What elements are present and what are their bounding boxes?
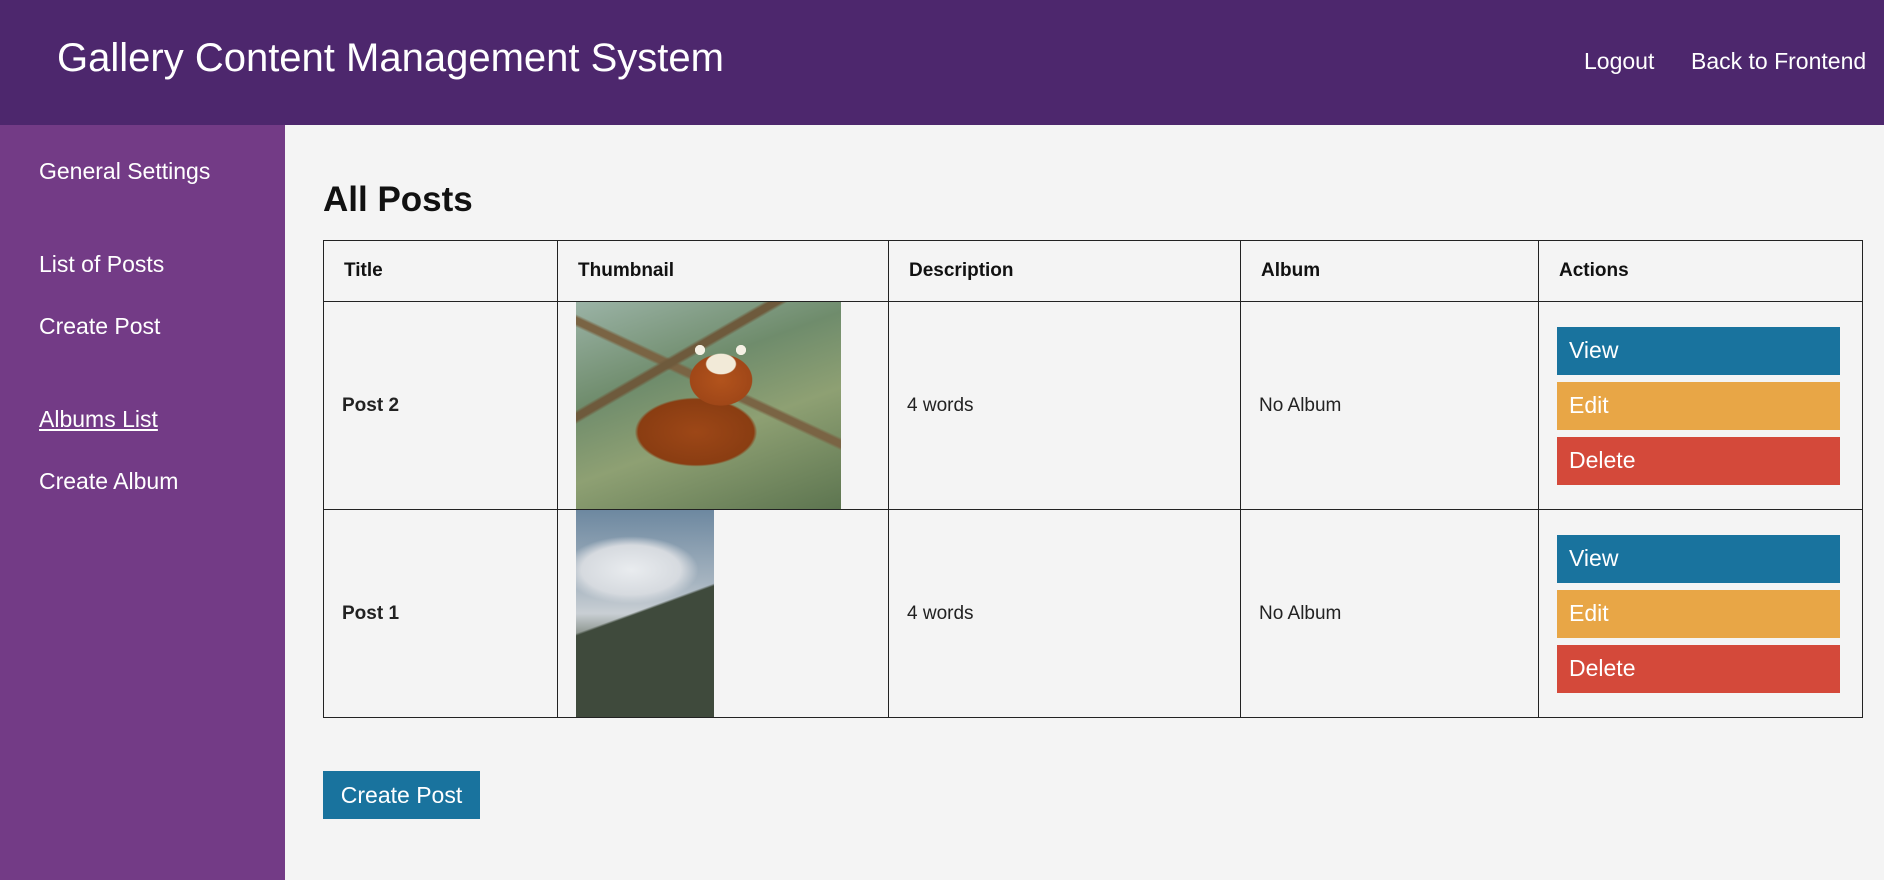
sidebar-item-create-album[interactable]: Create Album bbox=[39, 468, 178, 495]
actions-cell: View Edit Delete bbox=[1538, 301, 1863, 510]
delete-button[interactable]: Delete bbox=[1557, 644, 1840, 693]
description-cell: 4 words bbox=[888, 509, 1241, 718]
mountain-thumbnail bbox=[576, 510, 714, 717]
column-header-thumbnail: Thumbnail bbox=[557, 240, 889, 302]
top-header: Gallery Content Management System Logout… bbox=[0, 0, 1884, 125]
album-cell: No Album bbox=[1240, 301, 1539, 510]
thumbnail-cell bbox=[557, 509, 889, 718]
app-title: Gallery Content Management System bbox=[57, 36, 724, 80]
posts-table: Title Thumbnail Description Album Action… bbox=[323, 240, 1863, 718]
actions-cell: View Edit Delete bbox=[1538, 509, 1863, 718]
view-button[interactable]: View bbox=[1557, 326, 1840, 375]
sidebar-item-general-settings[interactable]: General Settings bbox=[39, 158, 210, 185]
page-title: All Posts bbox=[323, 180, 473, 219]
main-content: All Posts Title Thumbnail Description Al… bbox=[285, 125, 1884, 880]
column-header-album: Album bbox=[1240, 240, 1539, 302]
red-panda-thumbnail bbox=[576, 302, 841, 509]
sidebar: General Settings List of Posts Create Po… bbox=[0, 125, 285, 880]
create-post-button[interactable]: Create Post bbox=[323, 771, 480, 819]
table-row: Post 2 4 words No Album View Edit Delete bbox=[323, 301, 1863, 510]
description-cell: 4 words bbox=[888, 301, 1241, 510]
sidebar-item-list-of-posts[interactable]: List of Posts bbox=[39, 251, 164, 278]
column-header-actions: Actions bbox=[1538, 240, 1863, 302]
post-title-cell: Post 2 bbox=[323, 301, 558, 510]
delete-button[interactable]: Delete bbox=[1557, 436, 1840, 485]
back-to-frontend-link[interactable]: Back to Frontend bbox=[1691, 48, 1866, 75]
thumbnail-cell bbox=[557, 301, 889, 510]
view-button[interactable]: View bbox=[1557, 534, 1840, 583]
sidebar-item-albums-list[interactable]: Albums List bbox=[39, 406, 158, 433]
edit-button[interactable]: Edit bbox=[1557, 589, 1840, 638]
table-row: Post 1 4 words No Album View Edit Delete bbox=[323, 509, 1863, 718]
sidebar-item-create-post[interactable]: Create Post bbox=[39, 313, 160, 340]
column-header-description: Description bbox=[888, 240, 1241, 302]
logout-link[interactable]: Logout bbox=[1584, 48, 1654, 75]
column-header-title: Title bbox=[323, 240, 558, 302]
post-title-cell: Post 1 bbox=[323, 509, 558, 718]
edit-button[interactable]: Edit bbox=[1557, 381, 1840, 430]
table-header-row: Title Thumbnail Description Album Action… bbox=[323, 240, 1863, 302]
album-cell: No Album bbox=[1240, 509, 1539, 718]
